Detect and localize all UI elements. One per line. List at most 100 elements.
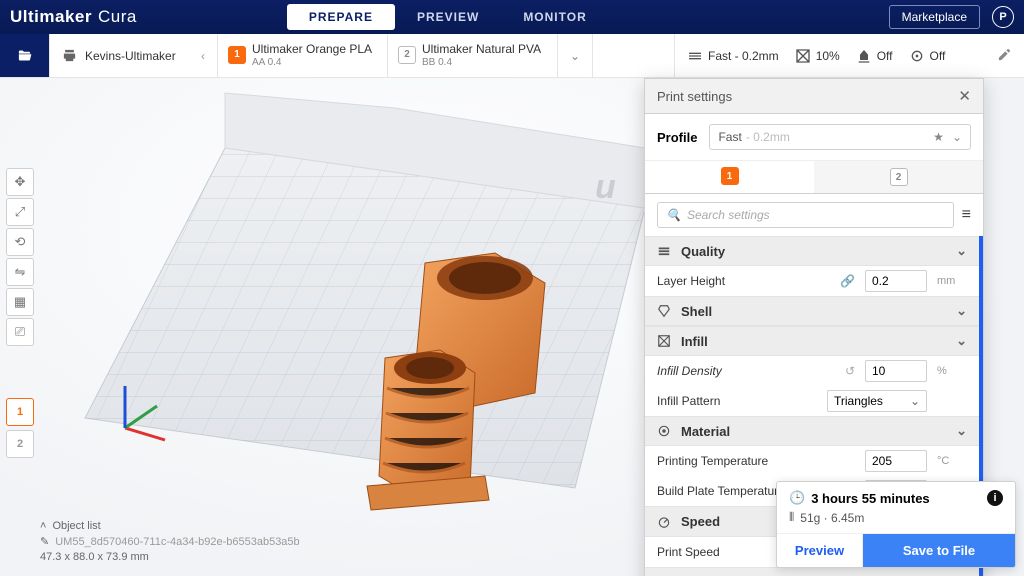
summary-support: Off xyxy=(877,49,893,63)
spool-icon: ⦀ xyxy=(789,510,794,525)
chevron-down-icon: ⌄ xyxy=(910,394,920,408)
summary-profile: Fast - 0.2mm xyxy=(708,49,779,63)
link-icon[interactable]: 🔗 xyxy=(840,274,855,288)
account-avatar[interactable]: P xyxy=(992,6,1014,28)
open-file-button[interactable] xyxy=(0,34,50,77)
extruder-1-button[interactable]: 1 xyxy=(6,398,34,426)
slice-result-card: 🕒 3 hours 55 minutes i ⦀ 51g · 6.45m Pre… xyxy=(776,481,1016,568)
layer-height-input[interactable] xyxy=(865,270,927,292)
estimate-time-row: 🕒 3 hours 55 minutes i xyxy=(789,490,1003,506)
adhesion-icon xyxy=(909,48,925,64)
support-icon xyxy=(856,48,872,64)
layer-height-unit: mm xyxy=(933,275,967,287)
extruder-2-selector[interactable]: 2 Ultimaker Natural PVA BB 0.4 xyxy=(388,34,558,77)
printer-selector[interactable]: Kevins-Ultimaker ‹ xyxy=(50,34,218,77)
support-blocker-tool[interactable]: ⎚ xyxy=(6,318,34,346)
summary-adhesion: Off xyxy=(930,49,946,63)
brand: Ultimaker Cura xyxy=(10,7,137,27)
extruder-2-badge: 2 xyxy=(398,46,416,64)
object-list-toggle[interactable]: ˄ Object list xyxy=(40,520,300,532)
object-dimensions: 47.3 x 88.0 x 73.9 mm xyxy=(40,551,300,563)
brand-light: Cura xyxy=(98,7,137,27)
infill-icon xyxy=(795,48,811,64)
object-list-title: Object list xyxy=(52,520,100,532)
marketplace-button[interactable]: Marketplace xyxy=(889,5,980,29)
main-area: u xyxy=(0,78,1024,576)
infill-icon xyxy=(657,334,671,348)
settings-search[interactable]: 🔍 Search settings xyxy=(657,202,954,228)
tab-monitor[interactable]: MONITOR xyxy=(501,4,608,30)
preview-button[interactable]: Preview xyxy=(777,534,863,567)
setting-infill-density: Infill Density ↺ % xyxy=(645,356,979,386)
mesh-tool[interactable]: ▦ xyxy=(6,288,34,316)
extruder-1-selector[interactable]: 1 Ultimaker Orange PLA AA 0.4 xyxy=(218,34,388,77)
chevron-left-icon: ‹ xyxy=(201,49,205,63)
category-shell[interactable]: Shell⌄ xyxy=(645,296,979,326)
folder-open-icon xyxy=(17,48,32,63)
app-header: Ultimaker Cura PREPARE PREVIEW MONITOR M… xyxy=(0,0,1024,34)
category-travel[interactable]: Travel⌄ xyxy=(645,567,979,576)
printer-icon xyxy=(62,48,77,63)
stage-tabs: PREPARE PREVIEW MONITOR xyxy=(287,4,609,30)
shell-icon xyxy=(657,304,671,318)
extruder-tab-2[interactable]: 2 xyxy=(814,161,983,193)
settings-visibility-menu[interactable]: ≡ xyxy=(962,206,971,224)
infill-density-label: Infill Density xyxy=(657,364,839,378)
panel-title: Print settings xyxy=(657,89,732,104)
profile-detail: - 0.2mm xyxy=(746,130,790,144)
print-settings-summary[interactable]: Fast - 0.2mm 10% Off Off xyxy=(674,34,1024,77)
chevron-down-icon: ⌄ xyxy=(956,333,967,349)
edit-settings-icon[interactable] xyxy=(997,47,1012,65)
object-list: ˄ Object list ✎UM55_8d570460-711c-4a34-b9… xyxy=(40,520,300,566)
estimate-info-button[interactable]: i xyxy=(987,490,1003,506)
chevron-down-icon: ⌄ xyxy=(570,49,580,63)
chevron-down-icon: ⌄ xyxy=(956,423,967,439)
chevron-down-icon: ⌄ xyxy=(952,130,962,144)
print-temp-unit: °C xyxy=(933,455,967,467)
layers-icon xyxy=(687,48,703,64)
extruder-1-material: Ultimaker Orange PLA xyxy=(252,42,372,56)
print-temp-label: Printing Temperature xyxy=(657,454,859,468)
tab-prepare[interactable]: PREPARE xyxy=(287,4,395,30)
extruder-1-badge-icon: 1 xyxy=(721,167,739,185)
infill-density-input[interactable] xyxy=(865,360,927,382)
panel-close-button[interactable]: ✕ xyxy=(958,87,971,105)
move-tool[interactable]: ✥ xyxy=(6,168,34,196)
profile-name: Fast xyxy=(718,130,741,144)
mirror-tool[interactable]: ⇋ xyxy=(6,258,34,286)
clock-icon: 🕒 xyxy=(789,490,805,506)
profile-selector[interactable]: Fast - 0.2mm ★ ⌄ xyxy=(709,124,971,150)
category-material[interactable]: Material⌄ xyxy=(645,416,979,446)
extruder-tab-1[interactable]: 1 xyxy=(645,161,814,193)
buildplate-render: u xyxy=(55,88,655,528)
category-quality[interactable]: Quality⌄ xyxy=(645,236,979,266)
search-placeholder: Search settings xyxy=(687,208,770,222)
revert-icon[interactable]: ↺ xyxy=(845,364,855,378)
category-infill[interactable]: Infill⌄ xyxy=(645,326,979,356)
mesh-icon: ✎ xyxy=(40,535,49,548)
panel-header: Print settings ✕ xyxy=(645,79,983,114)
tab-preview[interactable]: PREVIEW xyxy=(395,4,501,30)
extruder-tabs: 1 2 xyxy=(645,161,983,194)
search-icon: 🔍 xyxy=(666,208,681,222)
print-temp-input[interactable] xyxy=(865,450,927,472)
layer-height-label: Layer Height xyxy=(657,274,834,288)
scale-tool[interactable]: ⤢ xyxy=(6,198,34,226)
extruder-expand[interactable]: ⌄ xyxy=(558,34,593,77)
save-to-file-button[interactable]: Save to File xyxy=(863,534,1015,567)
setting-layer-height: Layer Height 🔗 mm xyxy=(645,266,979,296)
speed-icon xyxy=(657,515,671,529)
infill-pattern-select[interactable]: Triangles⌄ xyxy=(827,390,927,412)
extruder-2-button[interactable]: 2 xyxy=(6,430,34,458)
star-icon: ★ xyxy=(933,130,944,144)
extruder-1-core: AA 0.4 xyxy=(252,57,281,69)
profile-row: Profile Fast - 0.2mm ★ ⌄ xyxy=(645,114,983,161)
setting-print-temp: Printing Temperature °C xyxy=(645,446,979,476)
chevron-up-icon: ˄ xyxy=(40,520,46,532)
rotate-tool[interactable]: ⟲ xyxy=(6,228,34,256)
quality-icon xyxy=(657,244,671,258)
object-list-item[interactable]: ✎UM55_8d570460-711c-4a34-b92e-b6553ab53a… xyxy=(40,535,300,548)
profile-label: Profile xyxy=(657,130,697,145)
extruder-2-badge-icon: 2 xyxy=(890,168,908,186)
printer-name: Kevins-Ultimaker xyxy=(85,49,176,63)
